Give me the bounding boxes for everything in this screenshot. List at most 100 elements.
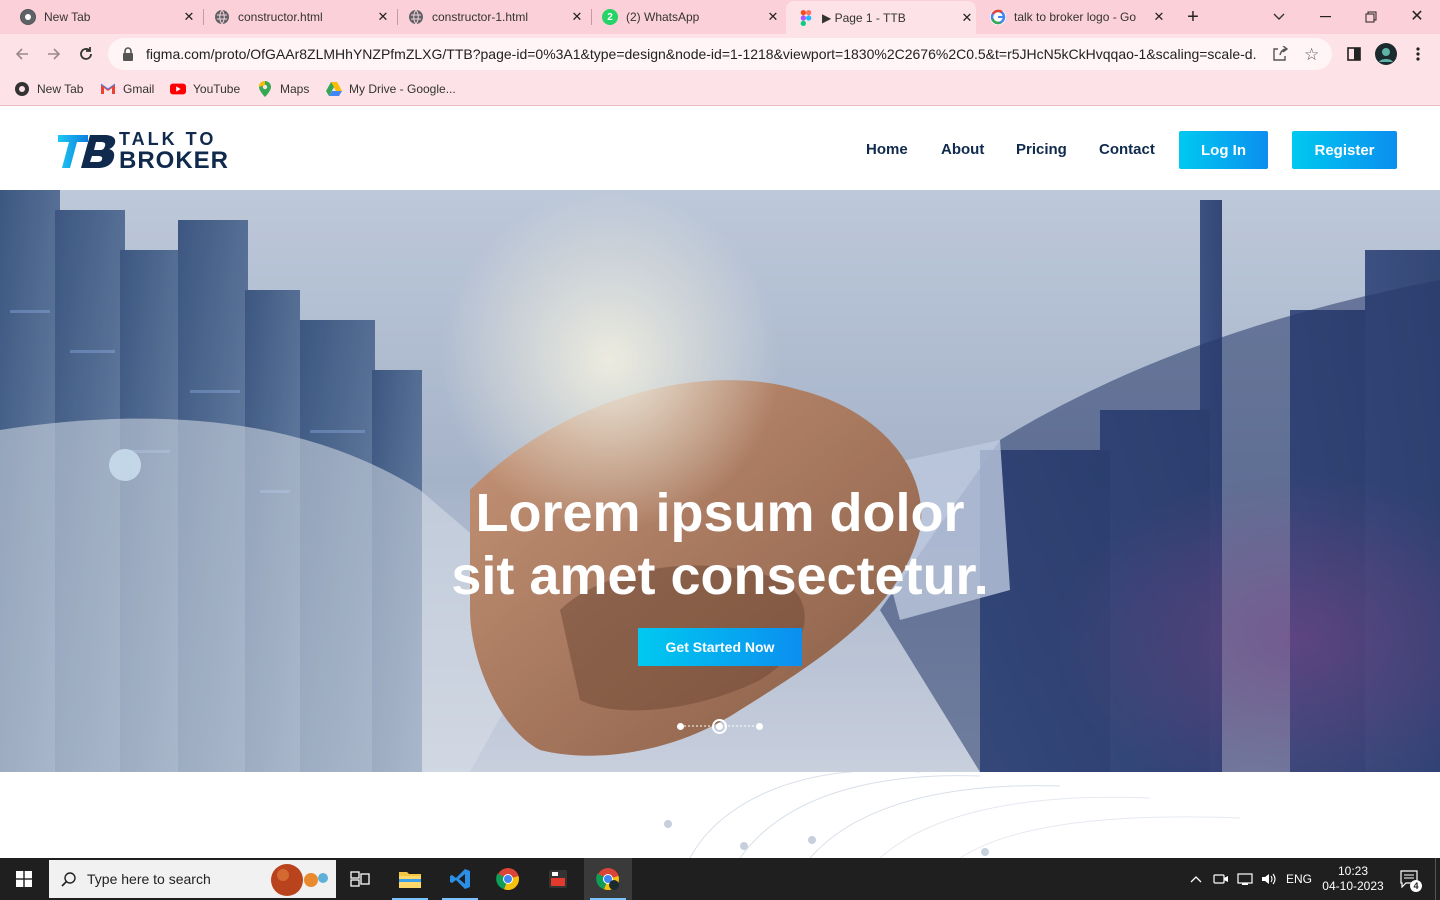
tab-constructor-1[interactable]: constructor-1.html ✕ (400, 0, 586, 34)
clock-date: 04-10-2023 (1322, 879, 1384, 893)
tab-search-chevron-icon[interactable] (1268, 6, 1290, 28)
youtube-icon (170, 81, 186, 97)
chrome-icon (20, 9, 36, 25)
bookmark-label: Gmail (123, 82, 155, 96)
clock-time: 10:23 (1337, 864, 1369, 878)
lock-icon[interactable] (122, 47, 134, 61)
windows-taskbar: Type here to search ENG 10:23 04-10-2023 (0, 858, 1440, 900)
minimize-icon[interactable] (1314, 6, 1336, 28)
nav-home-link[interactable]: Home (866, 141, 908, 158)
bookmark-label: New Tab (37, 82, 84, 96)
windows-start-icon[interactable] (0, 858, 48, 900)
tab-constructor[interactable]: constructor.html ✕ (206, 0, 392, 34)
language-indicator[interactable]: ENG (1284, 858, 1314, 900)
tab-new-tab[interactable]: New Tab ✕ (12, 0, 198, 34)
slider-dot-3[interactable] (756, 723, 763, 730)
close-icon[interactable]: ✕ (958, 9, 976, 27)
bookmarks-bar: New Tab Gmail YouTube Maps My Drive - Go… (0, 74, 1440, 106)
register-button[interactable]: Register (1292, 131, 1397, 169)
restore-icon[interactable] (1360, 6, 1382, 28)
whatsapp-icon: 2 (602, 9, 618, 25)
notification-count-badge: 4 (1410, 880, 1422, 892)
browser-toolbar: figma.com/proto/OfGAAr8ZLMHhYNZPfmZLXG/T… (0, 34, 1440, 74)
slider-dot-2-active[interactable] (712, 719, 727, 734)
gmail-icon (100, 81, 116, 97)
notifications-icon[interactable]: 4 (1396, 858, 1424, 900)
close-icon[interactable]: ✕ (180, 8, 198, 26)
nav-contact-link[interactable]: Contact (1099, 141, 1155, 158)
reload-icon[interactable] (72, 40, 100, 68)
bookmark-my-drive[interactable]: My Drive - Google... (326, 81, 456, 97)
decorative-curves (664, 772, 1241, 858)
task-view-icon[interactable] (336, 858, 384, 900)
get-started-button[interactable]: Get Started Now (638, 628, 802, 666)
browser-tab-strip: New Tab ✕ constructor.html ✕ constructor… (0, 0, 1440, 34)
forward-arrow-icon[interactable] (40, 40, 68, 68)
tab-label: constructor-1.html (432, 10, 529, 24)
media-app-icon[interactable] (534, 858, 582, 900)
tab-label: ▶ Page 1 - TTB (822, 10, 906, 25)
volume-icon[interactable] (1258, 858, 1280, 900)
tab-label: (2) WhatsApp (626, 10, 700, 24)
bookmark-youtube[interactable]: YouTube (170, 81, 240, 97)
back-arrow-icon[interactable] (8, 40, 36, 68)
close-icon[interactable]: ✕ (374, 8, 392, 26)
bookmark-maps[interactable]: Maps (257, 81, 309, 97)
hero-banner: Lorem ipsum dolor sit amet consectetur. … (0, 190, 1440, 772)
close-icon[interactable]: ✕ (568, 8, 586, 26)
share-icon[interactable] (1272, 45, 1289, 67)
url-text[interactable]: figma.com/proto/OfGAAr8ZLMHhYNZPfmZLXG/T… (146, 46, 1256, 62)
new-tab-plus-icon[interactable]: + (1180, 5, 1206, 29)
chrome-icon (14, 81, 30, 97)
tab-page-1-ttb[interactable]: ▶ Page 1 - TTB ✕ (786, 1, 976, 34)
address-bar[interactable]: figma.com/proto/OfGAAr8ZLMHhYNZPfmZLXG/T… (108, 38, 1332, 70)
bookmark-new-tab[interactable]: New Tab (14, 81, 83, 97)
file-explorer-icon[interactable] (386, 858, 434, 900)
bookmark-label: YouTube (193, 82, 241, 96)
vscode-icon[interactable] (436, 858, 484, 900)
search-placeholder: Type here to search (87, 871, 211, 887)
taskbar-search-box[interactable]: Type here to search (49, 860, 336, 898)
tab-whatsapp[interactable]: 2 (2) WhatsApp ✕ (594, 0, 782, 34)
hero-heading: Lorem ipsum dolor sit amet consectetur. (0, 482, 1440, 608)
meet-now-icon[interactable] (1210, 858, 1232, 900)
tray-chevron-up-icon[interactable] (1186, 858, 1206, 900)
site-logo[interactable]: TALK TO BROKER (56, 129, 246, 174)
close-icon[interactable]: ✕ (764, 8, 782, 26)
kebab-menu-icon[interactable] (1404, 40, 1432, 68)
figma-icon (798, 9, 814, 26)
tab-google-search[interactable]: talk to broker logo - Go ✕ (982, 0, 1168, 34)
drive-icon (326, 81, 342, 97)
close-icon[interactable]: ✕ (1150, 8, 1168, 26)
bookmark-label: My Drive - Google... (349, 82, 456, 96)
clock[interactable]: 10:23 04-10-2023 (1318, 858, 1388, 900)
side-panel-icon[interactable] (1340, 40, 1368, 68)
globe-icon (408, 9, 424, 25)
tab-label: New Tab (44, 10, 91, 24)
chrome-icon[interactable] (484, 858, 532, 900)
show-desktop-button[interactable] (1435, 858, 1440, 900)
logo-text-bottom: BROKER (119, 147, 230, 174)
globe-icon (214, 9, 230, 25)
tab-label: talk to broker logo - Go (1014, 10, 1137, 24)
nav-about-link[interactable]: About (941, 141, 984, 158)
tab-label: constructor.html (238, 10, 323, 24)
profile-avatar[interactable] (1372, 40, 1400, 68)
page-viewport: TALK TO BROKER Home About Pricing Contac… (0, 107, 1440, 858)
nav-pricing-link[interactable]: Pricing (1016, 141, 1067, 158)
maps-icon (257, 81, 273, 97)
logo-text-top: TALK TO (119, 129, 217, 149)
slider-dot-1[interactable] (677, 723, 684, 730)
chrome-profile-icon[interactable] (584, 858, 632, 900)
hero-heading-line-2: sit amet consectetur. (451, 546, 989, 606)
search-icon (61, 871, 77, 887)
search-highlight-icon (269, 862, 331, 899)
bookmark-star-icon[interactable]: ☆ (1304, 45, 1319, 65)
bookmark-gmail[interactable]: Gmail (100, 81, 154, 97)
bookmark-label: Maps (280, 82, 310, 96)
window-close-icon[interactable]: ✕ (1406, 5, 1428, 27)
network-icon[interactable] (1234, 858, 1256, 900)
google-icon (990, 9, 1006, 25)
site-header: TALK TO BROKER Home About Pricing Contac… (0, 107, 1440, 190)
login-button[interactable]: Log In (1179, 131, 1268, 169)
